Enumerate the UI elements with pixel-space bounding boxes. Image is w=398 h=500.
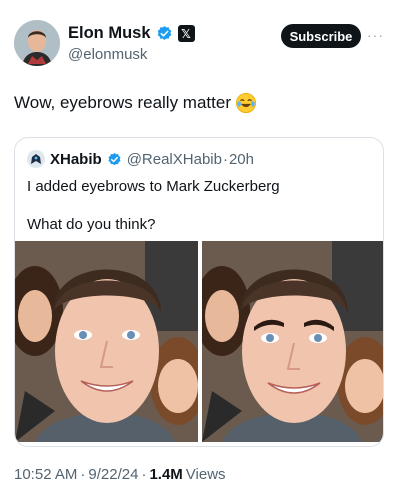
meta-separator: · (141, 466, 147, 483)
quote-handle[interactable]: @RealXHabib (127, 151, 222, 168)
views-count: 1.4M (149, 466, 183, 483)
tweet-time[interactable]: 10:52 AM (14, 466, 77, 483)
author-name-row: Elon Musk 𝕏 (68, 24, 195, 43)
quote-time[interactable]: 20h (229, 151, 254, 168)
tweet-body: Wow, eyebrows really matter (14, 93, 231, 112)
quoted-tweet[interactable]: XHabib @RealXHabib · 20h I added eyebrow… (14, 137, 384, 447)
quote-text-line1: I added eyebrows to Mark Zuckerberg (27, 178, 280, 195)
tweet-date[interactable]: 9/22/24 (88, 466, 138, 483)
quote-header: XHabib @RealXHabib · 20h (27, 150, 254, 168)
quote-separator: · (222, 150, 228, 168)
quote-author-name[interactable]: XHabib (50, 151, 102, 168)
author-name[interactable]: Elon Musk (68, 24, 151, 43)
quote-verified-badge-icon (108, 152, 121, 165)
verified-badge-icon (157, 26, 171, 40)
x-logo-icon: 𝕏 (177, 25, 195, 42)
quote-text-line2: What do you think? (27, 216, 156, 233)
laughing-emoji-icon (235, 93, 256, 113)
avatar[interactable] (14, 20, 60, 66)
views-label: Views (185, 466, 226, 483)
quote-image-original[interactable] (15, 241, 198, 442)
author-handle[interactable]: @elonmusk (68, 46, 147, 63)
quote-avatar[interactable] (27, 150, 45, 168)
tweet-text: Wow, eyebrows really matter (14, 92, 257, 114)
meta-separator: · (80, 466, 86, 483)
tweet-meta: 10:52 AM · 9/22/24 · 1.4M Views (14, 466, 226, 483)
more-options-icon[interactable]: ··· (367, 27, 384, 43)
quote-image-edited[interactable] (202, 241, 383, 442)
subscribe-button[interactable]: Subscribe (281, 24, 361, 48)
